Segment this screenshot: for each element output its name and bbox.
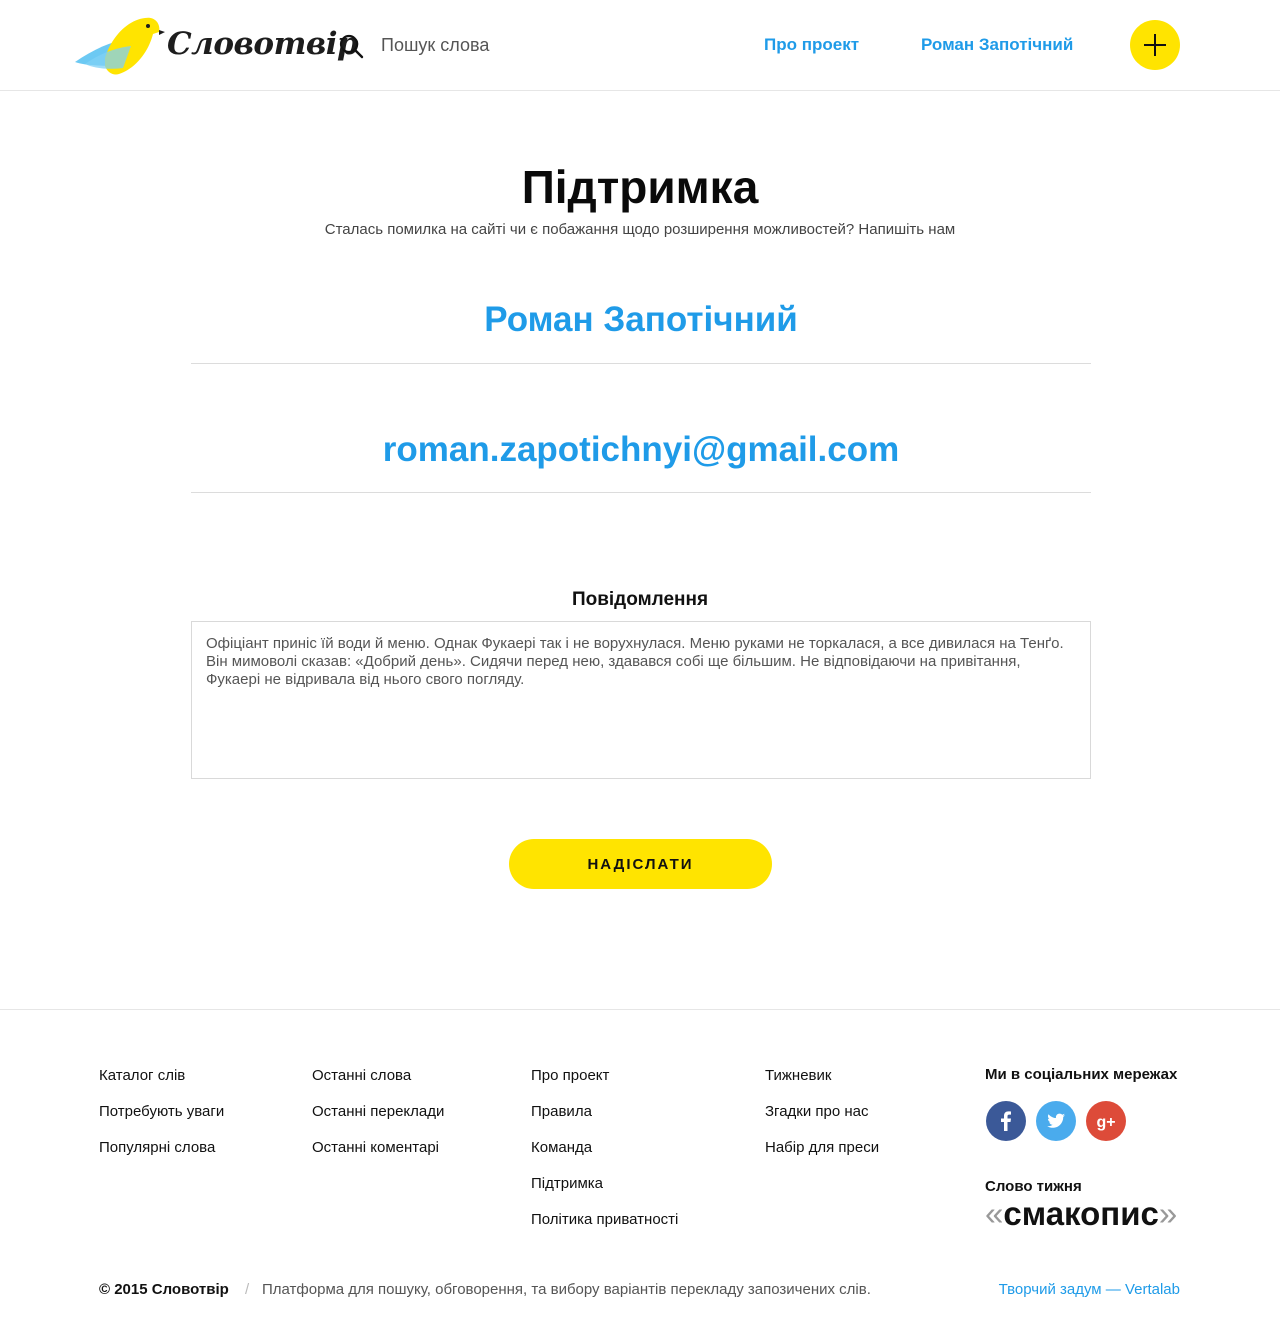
nav-link-about[interactable]: Про проект	[764, 35, 859, 55]
search-icon[interactable]	[338, 33, 364, 59]
add-word-button[interactable]	[1130, 20, 1180, 70]
send-button[interactable]: НАДІСЛАТИ	[509, 839, 772, 889]
footer-link-popular-words[interactable]: Популярні слова	[99, 1138, 224, 1174]
email-field-underline	[191, 492, 1091, 493]
message-label: Повідомлення	[571, 589, 709, 610]
word-of-week[interactable]: «смакопис»	[985, 1195, 1177, 1233]
footer-link-recent-comments[interactable]: Останні коментарі	[312, 1138, 444, 1174]
quote-close: »	[1158, 1195, 1178, 1232]
site-header: Словотвір Про проект Роман Запотічний	[0, 0, 1280, 91]
page-title: Підтримка	[521, 161, 759, 213]
facebook-icon[interactable]	[986, 1101, 1026, 1141]
search-input[interactable]	[381, 30, 681, 60]
email-field[interactable]: roman.zapotichnyi@gmail.com	[191, 430, 1091, 470]
quote-open: «	[985, 1195, 1004, 1232]
site-logo[interactable]: Словотвір	[75, 14, 359, 78]
footer-link-about[interactable]: Про проект	[531, 1066, 678, 1102]
footer-tagline: Платформа для пошуку, обговорення, та ви…	[262, 1281, 871, 1298]
footer-link-team[interactable]: Команда	[531, 1138, 678, 1174]
footer-column-project: Про проект Правила Команда Підтримка Пол…	[531, 1066, 678, 1246]
word-of-week-value: смакопис	[1003, 1195, 1159, 1232]
copyright: © 2015 Словотвір	[99, 1281, 229, 1298]
svg-text:g+: g+	[1096, 1114, 1115, 1131]
page-subtitle: Сталась помилка на сайті чи є побажання …	[324, 221, 956, 238]
footer-link-word-catalog[interactable]: Каталог слів	[99, 1066, 224, 1102]
name-field[interactable]: Роман Запотічний	[191, 300, 1091, 340]
footer-column-press: Тижневик Згадки про нас Набір для преси	[765, 1066, 879, 1174]
nav-link-user-profile[interactable]: Роман Запотічний	[921, 35, 1073, 55]
credit-link[interactable]: Творчий задум — Vertalab	[999, 1281, 1180, 1298]
word-of-week-title: Слово тижня	[985, 1178, 1082, 1195]
footer-column-catalog: Каталог слів Потребують уваги Популярні …	[99, 1066, 224, 1174]
footer-separator: /	[245, 1281, 250, 1298]
footer-divider	[0, 1009, 1280, 1010]
message-textarea[interactable]: Офіціант приніс їй води й меню. Однак Фу…	[191, 621, 1091, 779]
footer-link-support[interactable]: Підтримка	[531, 1174, 678, 1210]
footer-link-privacy[interactable]: Політика приватності	[531, 1210, 678, 1246]
logo-wordmark: Словотвір	[167, 26, 359, 62]
footer-link-weekly[interactable]: Тижневик	[765, 1066, 879, 1102]
name-field-underline	[191, 363, 1091, 364]
footer-link-recent-translations[interactable]: Останні переклади	[312, 1102, 444, 1138]
bird-logo-icon	[75, 17, 165, 75]
footer-link-rules[interactable]: Правила	[531, 1102, 678, 1138]
footer-link-mentions[interactable]: Згадки про нас	[765, 1102, 879, 1138]
twitter-icon[interactable]	[1036, 1101, 1076, 1141]
google-plus-icon[interactable]: g+	[1086, 1101, 1126, 1141]
footer-link-need-attention[interactable]: Потребують уваги	[99, 1102, 224, 1138]
social-title: Ми в соціальних мережах	[985, 1066, 1178, 1083]
plus-icon	[1143, 33, 1167, 57]
footer-link-recent-words[interactable]: Останні слова	[312, 1066, 444, 1102]
footer-link-press-kit[interactable]: Набір для преси	[765, 1138, 879, 1174]
footer-column-recent: Останні слова Останні переклади Останні …	[312, 1066, 444, 1174]
